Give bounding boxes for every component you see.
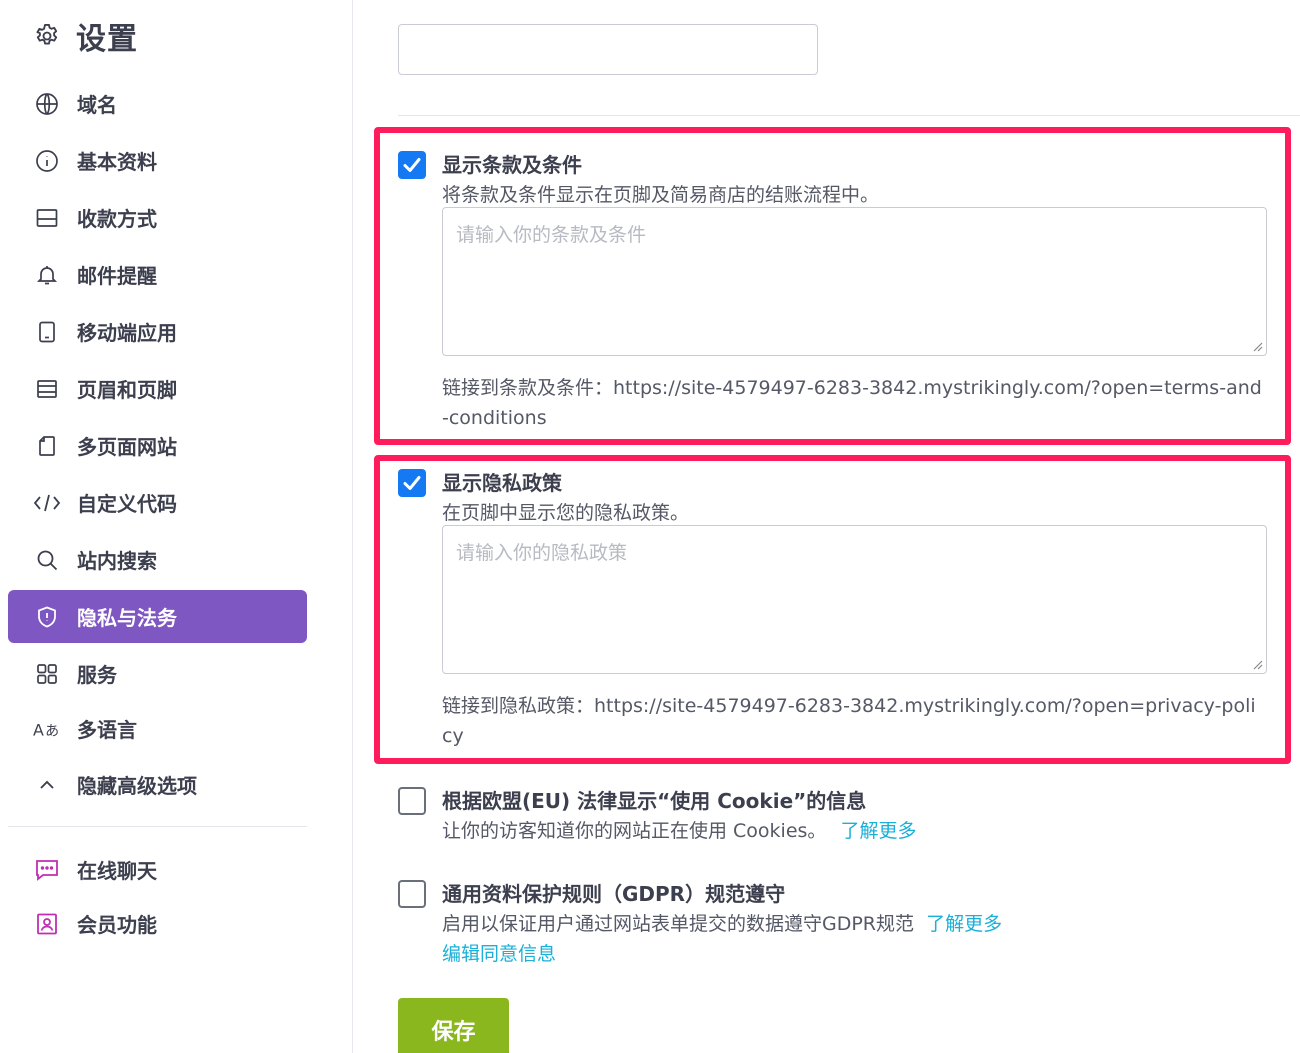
code-icon <box>33 489 61 517</box>
sidebar-item-label: 自定义代码 <box>77 492 177 516</box>
pages-icon <box>33 432 61 460</box>
sidebar-item-services[interactable]: 服务 <box>8 647 307 700</box>
sidebar-item-label: 会员功能 <box>77 913 157 937</box>
sidebar-item-label: 页眉和页脚 <box>77 378 177 402</box>
cookie-learn-more-link[interactable]: 了解更多 <box>840 820 916 842</box>
member-icon <box>33 910 61 938</box>
gdpr-description: 启用以保证用户通过网站表单提交的数据遵守GDPR规范 <box>442 913 915 935</box>
sidebar-item-label: 隐藏高级选项 <box>77 774 197 798</box>
sidebar-item-label: 多页面网站 <box>77 435 177 459</box>
sidebar-item-multipage[interactable]: 多页面网站 <box>8 419 307 472</box>
terms-title: 显示条款及条件 <box>442 153 582 177</box>
sidebar-item-label: 隐私与法务 <box>77 606 177 630</box>
cookie-checkbox[interactable] <box>398 787 426 815</box>
header-footer-icon <box>33 375 61 403</box>
settings-header: 设置 <box>32 14 138 58</box>
globe-icon <box>33 90 61 118</box>
gdpr-description-row: 启用以保证用户通过网站表单提交的数据遵守GDPR规范 了解更多 <box>442 909 1002 936</box>
shield-icon <box>33 603 61 631</box>
sidebar-item-custom-code[interactable]: 自定义代码 <box>8 476 307 529</box>
cookie-description-row: 让你的访客知道你的网站正在使用 Cookies。 了解更多 <box>442 816 917 843</box>
terms-placeholder: 请输入你的条款及条件 <box>456 224 647 246</box>
sidebar-item-site-search[interactable]: 站内搜索 <box>8 533 307 586</box>
gdpr-title: 通用资料保护规则（GDPR）规范遵守 <box>442 882 786 906</box>
resize-grip-icon[interactable] <box>1251 340 1263 352</box>
terms-checkbox[interactable] <box>398 151 426 179</box>
svg-text:A: A <box>33 720 44 739</box>
sidebar-item-label: 邮件提醒 <box>77 264 157 288</box>
gdpr-edit-consent-link[interactable]: 编辑同意信息 <box>442 939 556 966</box>
settings-sidebar: 设置 域名 基本资料 收款方式 邮件提醒 移动端应用 页眉和页脚 多页面网站 自… <box>0 0 353 1053</box>
terms-description: 将条款及条件显示在页脚及简易商店的结账流程中。 <box>442 184 880 206</box>
sidebar-item-mobile-app[interactable]: 移动端应用 <box>8 305 307 358</box>
sidebar-item-basic-info[interactable]: 基本资料 <box>8 134 307 187</box>
page-title: 设置 <box>76 22 138 57</box>
toggle-advanced-options[interactable]: 隐藏高级选项 <box>8 758 307 811</box>
sidebar-item-label: 基本资料 <box>77 150 157 174</box>
sidebar-item-label: 域名 <box>77 93 117 117</box>
info-icon <box>33 147 61 175</box>
save-button[interactable]: 保存 <box>398 998 509 1053</box>
top-text-input[interactable] <box>398 24 818 75</box>
payment-icon <box>33 204 61 232</box>
sidebar-item-multilanguage[interactable]: Aあ 多语言 <box>8 702 307 755</box>
sidebar-divider <box>8 826 307 827</box>
svg-text:あ: あ <box>45 723 59 739</box>
checkmark-icon <box>403 158 421 172</box>
sidebar-item-domain[interactable]: 域名 <box>8 77 307 130</box>
sidebar-item-label: 多语言 <box>77 718 137 742</box>
gdpr-checkbox[interactable] <box>398 880 426 908</box>
privacy-textarea[interactable]: 请输入你的隐私政策 <box>442 525 1267 674</box>
section-divider <box>398 115 1300 116</box>
cookie-title: 根据欧盟(EU) 法律显示“使用 Cookie”的信息 <box>442 789 867 813</box>
terms-link-text: 链接到条款及条件：https://site-4579497-6283-3842.… <box>442 377 1262 429</box>
grid-icon <box>33 660 61 688</box>
terms-textarea[interactable]: 请输入你的条款及条件 <box>442 207 1267 356</box>
sidebar-item-privacy-legal[interactable]: 隐私与法务 <box>8 590 307 643</box>
privacy-checkbox[interactable] <box>398 469 426 497</box>
cookie-description: 让你的访客知道你的网站正在使用 Cookies。 <box>442 820 827 842</box>
mobile-icon <box>33 318 61 346</box>
checkmark-icon <box>403 476 421 490</box>
sidebar-item-label: 站内搜索 <box>77 549 157 573</box>
language-icon: Aあ <box>33 715 61 743</box>
privacy-title: 显示隐私政策 <box>442 471 562 495</box>
privacy-description: 在页脚中显示您的隐私政策。 <box>442 502 690 524</box>
chevron-up-icon <box>33 771 61 799</box>
chat-icon <box>33 856 61 884</box>
privacy-link-text: 链接到隐私政策：https://site-4579497-6283-3842.m… <box>442 695 1256 747</box>
bell-icon <box>33 261 61 289</box>
privacy-placeholder: 请输入你的隐私政策 <box>456 542 628 564</box>
sidebar-item-membership[interactable]: 会员功能 <box>8 897 307 950</box>
sidebar-item-email-alerts[interactable]: 邮件提醒 <box>8 248 307 301</box>
sidebar-item-payment[interactable]: 收款方式 <box>8 191 307 244</box>
sidebar-item-live-chat[interactable]: 在线聊天 <box>8 843 307 896</box>
sidebar-item-label: 移动端应用 <box>77 321 177 345</box>
sidebar-item-label: 在线聊天 <box>77 859 157 883</box>
sidebar-item-label: 收款方式 <box>77 207 157 231</box>
gear-icon <box>32 21 62 51</box>
resize-grip-icon[interactable] <box>1251 658 1263 670</box>
sidebar-item-label: 服务 <box>77 663 117 687</box>
sidebar-item-header-footer[interactable]: 页眉和页脚 <box>8 362 307 415</box>
gdpr-learn-more-link[interactable]: 了解更多 <box>926 913 1002 935</box>
search-icon <box>33 546 61 574</box>
